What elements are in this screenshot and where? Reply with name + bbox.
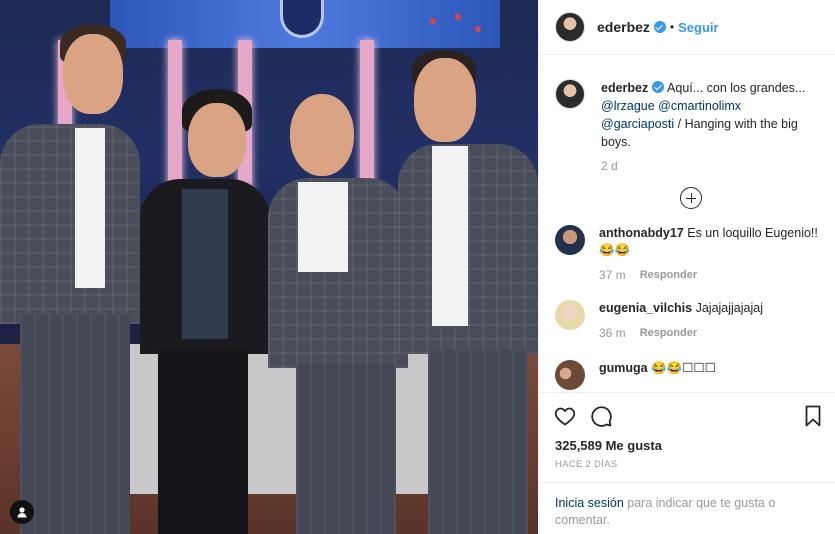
commenter-avatar[interactable]: [555, 225, 585, 255]
comments-list[interactable]: ederbez Aquí... con los grandes... @lrza…: [539, 55, 835, 392]
reply-button[interactable]: Responder: [640, 325, 697, 342]
person-3: [268, 94, 408, 534]
load-more-comments-icon[interactable]: [680, 187, 702, 209]
instagram-post: ederbez • Seguir ederbez Aquí... con los…: [0, 0, 835, 534]
mention-link[interactable]: @cmartinolimx: [658, 99, 741, 113]
commenter-username[interactable]: anthonabdy17: [599, 226, 684, 240]
comment-time[interactable]: 37 m: [599, 267, 626, 284]
action-bar: [539, 392, 835, 438]
caption-username[interactable]: ederbez: [601, 81, 648, 95]
person-1: [0, 24, 140, 534]
login-prompt: Inicia sesión para indicar que te gusta …: [539, 482, 835, 534]
commenter-avatar[interactable]: [555, 300, 585, 330]
post-side-panel: ederbez • Seguir ederbez Aquí... con los…: [538, 0, 835, 534]
post-photo[interactable]: [0, 0, 538, 534]
comment-item: eugenia_vilchis Jajajajjajajaj 36 m Resp…: [555, 300, 821, 342]
header-separator: •: [669, 20, 675, 34]
heart-icon[interactable]: [553, 404, 577, 428]
post-timestamp[interactable]: HACE 2 DÍAS: [539, 453, 835, 470]
comment-item: gumuga 😂😂☐☐☐: [555, 360, 821, 390]
post-caption: ederbez Aquí... con los grandes... @lrza…: [555, 55, 821, 175]
bookmark-icon[interactable]: [801, 404, 825, 428]
commenter-username[interactable]: gumuga: [599, 361, 648, 375]
comment-text: Jajajajjajajaj: [695, 301, 763, 315]
comment-text: 😂😂☐☐☐: [651, 361, 716, 375]
likes-count[interactable]: 325,589 Me gusta: [539, 438, 835, 453]
mention-link[interactable]: @garciaposti: [601, 117, 674, 131]
follow-button[interactable]: Seguir: [678, 20, 718, 35]
reply-button[interactable]: Responder: [640, 267, 697, 284]
post-header: ederbez • Seguir: [539, 0, 835, 55]
comment-item: anthonabdy17 Es un loquillo Eugenio!!😂😂 …: [555, 225, 821, 284]
caption-time[interactable]: 2 d: [601, 157, 821, 175]
author-username[interactable]: ederbez: [597, 19, 650, 35]
verified-icon: [652, 81, 665, 93]
caption-avatar[interactable]: [555, 79, 585, 109]
author-avatar[interactable]: [555, 12, 585, 42]
caption-text: Aquí... con los grandes...: [667, 81, 806, 95]
person-2: [140, 89, 280, 534]
person-4: [398, 50, 538, 534]
mention-link[interactable]: @lrzague: [601, 99, 655, 113]
user-tag-icon[interactable]: [10, 500, 34, 524]
comment-icon[interactable]: [589, 404, 613, 428]
verified-icon: [653, 21, 666, 33]
comment-time[interactable]: 36 m: [599, 325, 626, 342]
commenter-avatar[interactable]: [555, 360, 585, 390]
commenter-username[interactable]: eugenia_vilchis: [599, 301, 692, 315]
login-link[interactable]: Inicia sesión: [555, 496, 624, 510]
